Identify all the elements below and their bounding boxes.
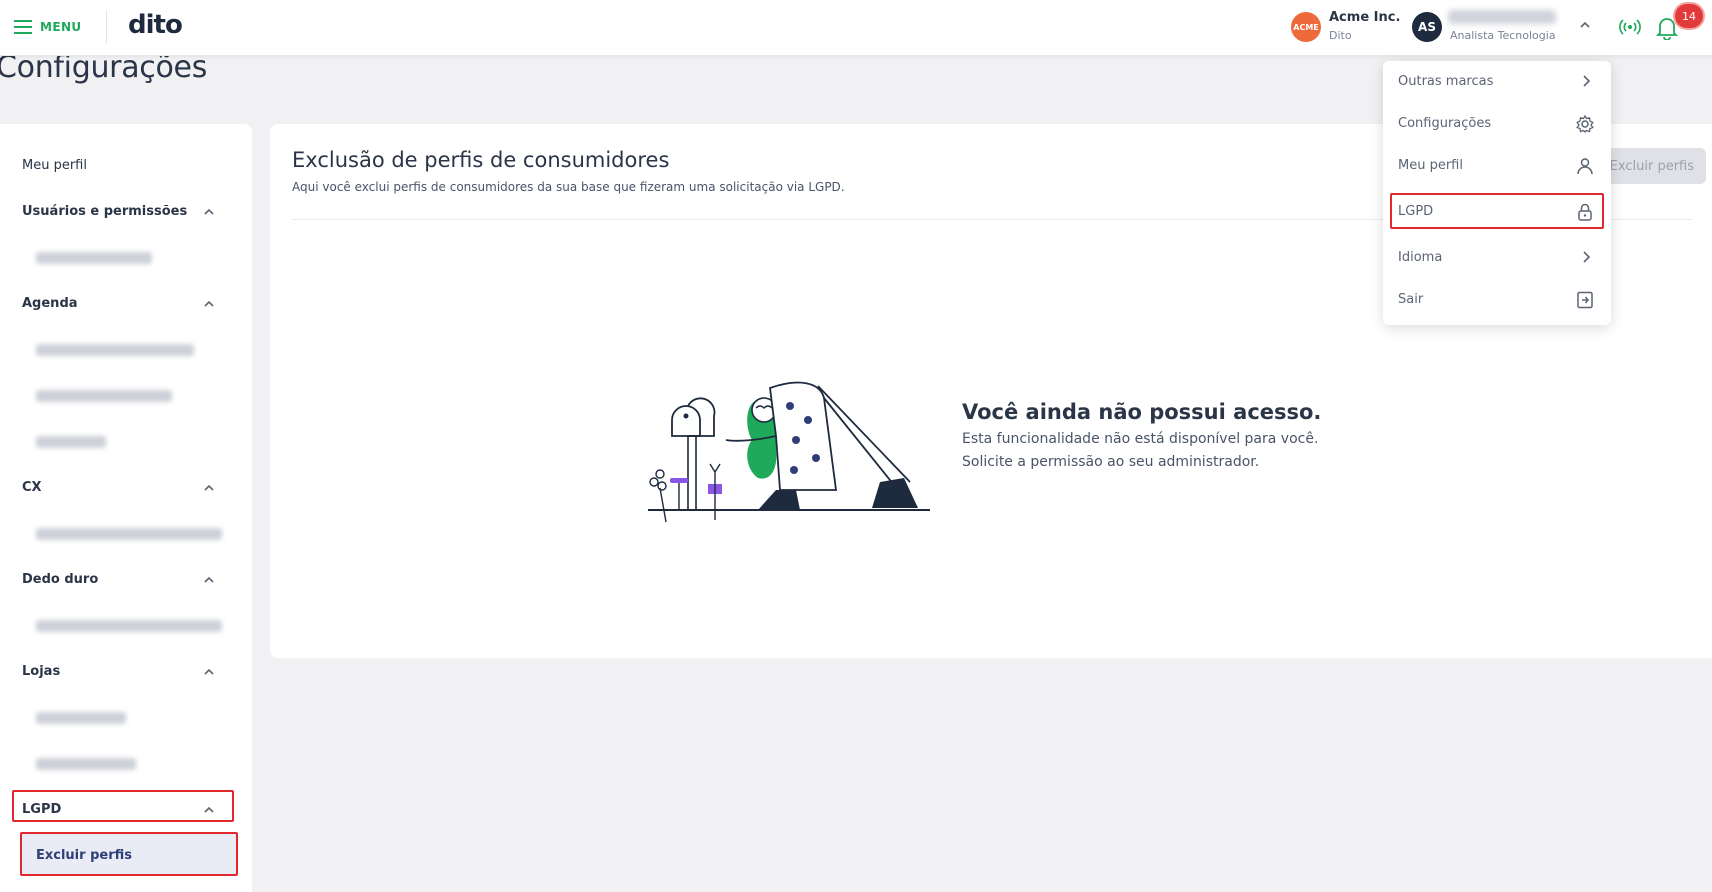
- menu-item-lgpd[interactable]: LGPD: [1383, 191, 1611, 233]
- user-role: Analista Tecnologia: [1450, 29, 1556, 42]
- company-name[interactable]: Acme Inc.: [1329, 10, 1400, 25]
- chevron-up-icon[interactable]: [202, 573, 216, 587]
- chevron-right-icon: [1583, 251, 1591, 263]
- menu-item-outras-marcas[interactable]: Outras marcas: [1383, 61, 1611, 103]
- sidebar-subitem-redacted[interactable]: [36, 252, 152, 264]
- chevron-up-icon[interactable]: [202, 481, 216, 495]
- chevron-up-icon[interactable]: [202, 297, 216, 311]
- empty-state-title: Você ainda não possui acesso.: [962, 400, 1322, 424]
- section-subtitle: Aqui você exclui perfis de consumidores …: [292, 180, 845, 194]
- sidebar-section-cx[interactable]: CX: [22, 480, 42, 495]
- company-subtitle: Dito: [1329, 29, 1352, 42]
- user-icon: [1577, 158, 1593, 175]
- sidebar-subitem-redacted[interactable]: [36, 344, 194, 356]
- chevron-up-icon[interactable]: [202, 665, 216, 679]
- menu-item-label: Meu perfil: [1398, 158, 1463, 173]
- sidebar-section-lgpd[interactable]: LGPD: [22, 802, 61, 817]
- sidebar-subitem-redacted[interactable]: [36, 436, 106, 448]
- sidebar-item-label[interactable]: Excluir perfis: [36, 848, 132, 863]
- menu-label: MENU: [40, 20, 82, 34]
- sidebar-subitem-redacted[interactable]: [36, 758, 136, 770]
- section-title: Exclusão de perfis de consumidores: [292, 148, 670, 172]
- lock-icon: [1578, 203, 1592, 221]
- logout-icon: [1577, 291, 1593, 309]
- user-dropdown-menu: Outras marcas Configurações Meu perfil L…: [1383, 61, 1611, 325]
- top-bar: MENU dito ACME Acme Inc. Dito AS Analist…: [0, 0, 1712, 56]
- empty-state-illustration: [648, 381, 930, 523]
- chevron-up-icon[interactable]: [1578, 18, 1592, 32]
- sidebar-subitem-redacted[interactable]: [36, 390, 172, 402]
- sidebar-section-dedo-duro[interactable]: Dedo duro: [22, 572, 98, 587]
- dito-logo[interactable]: dito: [128, 10, 183, 40]
- user-name-redacted: [1448, 10, 1556, 24]
- user-avatar[interactable]: AS: [1412, 12, 1442, 42]
- chevron-up-icon[interactable]: [202, 803, 216, 817]
- menu-item-idioma[interactable]: Idioma: [1383, 237, 1611, 279]
- menu-item-sair[interactable]: Sair: [1383, 279, 1611, 321]
- menu-item-meu-perfil[interactable]: Meu perfil: [1383, 145, 1611, 187]
- company-logo[interactable]: ACME: [1291, 12, 1321, 42]
- sidebar-section-agenda[interactable]: Agenda: [22, 296, 78, 311]
- sidebar-subitem-redacted[interactable]: [36, 712, 126, 724]
- sidebar-section-lojas[interactable]: Lojas: [22, 664, 60, 679]
- empty-state-instruction: Solicite a permissão ao seu administrado…: [962, 454, 1260, 470]
- sidebar-subitem-redacted[interactable]: [36, 528, 222, 540]
- empty-state-description: Esta funcionalidade não está disponível …: [962, 431, 1319, 447]
- menu-button[interactable]: MENU: [14, 16, 82, 38]
- menu-item-label: Configurações: [1398, 116, 1492, 131]
- menu-item-label: Idioma: [1398, 250, 1443, 265]
- sidebar: [0, 124, 252, 892]
- chevron-right-icon: [1583, 75, 1591, 87]
- broadcast-icon[interactable]: [1618, 15, 1642, 39]
- header-divider: [106, 10, 107, 44]
- sidebar-section-usuarios[interactable]: Usuários e permissões: [22, 204, 187, 219]
- notification-count-badge[interactable]: 14: [1675, 4, 1703, 28]
- sidebar-item-meu-perfil[interactable]: Meu perfil: [22, 158, 87, 173]
- gear-icon: [1576, 114, 1594, 133]
- menu-item-label: Sair: [1398, 292, 1424, 307]
- hamburger-icon: [14, 20, 32, 34]
- menu-item-label: LGPD: [1398, 204, 1434, 219]
- menu-item-label: Outras marcas: [1398, 74, 1494, 89]
- chevron-up-icon[interactable]: [202, 205, 216, 219]
- menu-item-configuracoes[interactable]: Configurações: [1383, 103, 1611, 145]
- sidebar-subitem-redacted[interactable]: [36, 620, 222, 632]
